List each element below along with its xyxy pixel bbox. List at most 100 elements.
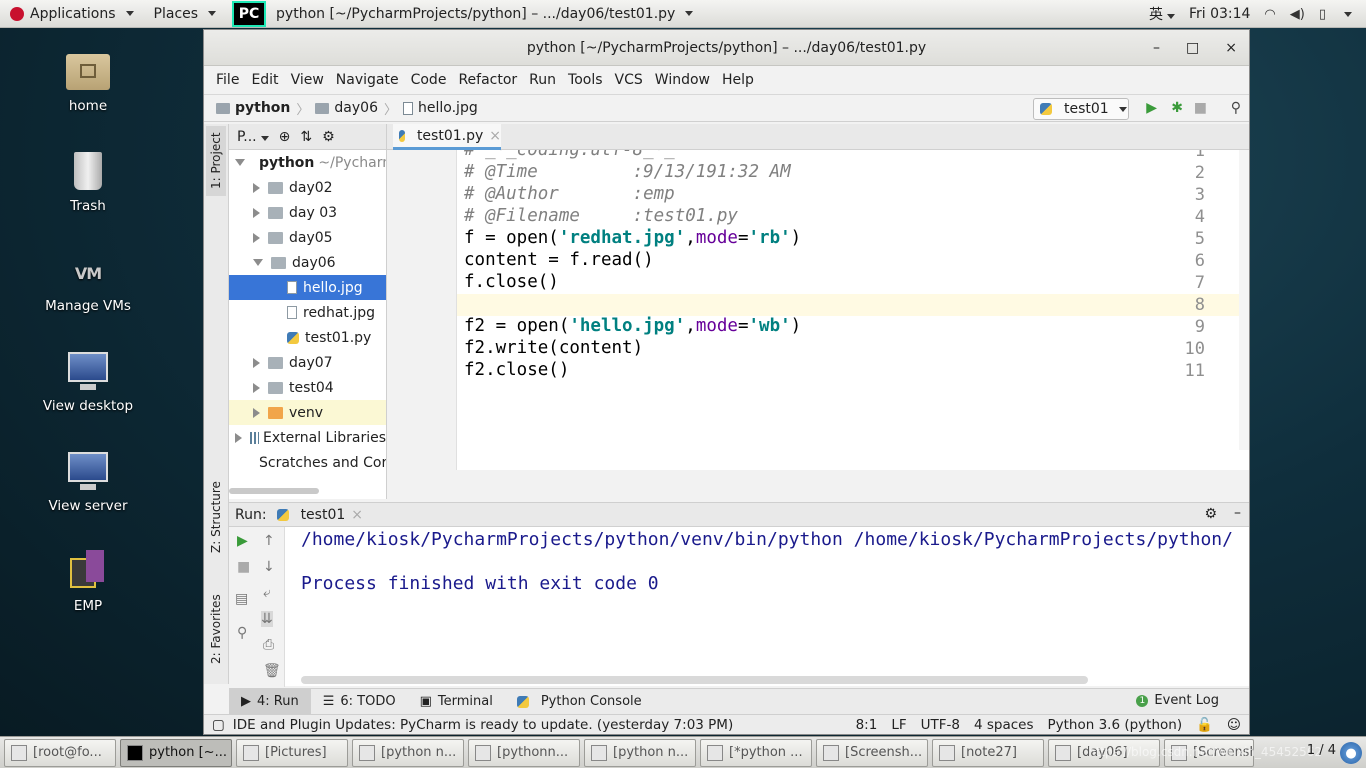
- file-encoding[interactable]: UTF-8: [921, 717, 960, 733]
- run-icon[interactable]: ▶: [1146, 100, 1157, 116]
- expand-arrow-icon[interactable]: [253, 232, 260, 243]
- expand-arrow-icon[interactable]: [235, 432, 242, 443]
- expand-arrow-icon[interactable]: [253, 382, 260, 393]
- desktop-icon-manage-vms[interactable]: VM Manage VMs: [40, 248, 136, 314]
- taskbar-item[interactable]: [python n...: [584, 738, 696, 767]
- tree-item-hello-jpg[interactable]: hello.jpg: [229, 275, 386, 300]
- debug-icon[interactable]: ✱: [1171, 100, 1183, 116]
- event-log-tab[interactable]: 1 Event Log: [1136, 693, 1219, 708]
- tab-test01-py[interactable]: test01.py ×: [393, 124, 501, 150]
- close-tab-icon[interactable]: ×: [351, 507, 363, 523]
- clock[interactable]: Fri 03:14: [1189, 6, 1250, 22]
- menu-file[interactable]: File: [210, 72, 245, 88]
- close-button[interactable]: ×: [1225, 40, 1237, 56]
- menu-code[interactable]: Code: [405, 72, 453, 88]
- tree-item-day05[interactable]: day05: [229, 225, 386, 250]
- tree-item-scratches[interactable]: Scratches and Cor: [229, 450, 386, 475]
- project-tool-tab[interactable]: 1: Project: [206, 126, 226, 196]
- pin-icon[interactable]: ⚲: [237, 625, 247, 641]
- input-method-indicator[interactable]: 英: [1149, 4, 1175, 24]
- interpreter[interactable]: Python 3.6 (python): [1048, 717, 1183, 733]
- taskbar-item[interactable]: [root@fo...: [4, 738, 116, 767]
- menu-window[interactable]: Window: [649, 72, 716, 88]
- hide-panel-icon[interactable]: –: [1234, 505, 1241, 521]
- tool-tab-run[interactable]: ▶ 4: Run: [229, 688, 311, 715]
- project-horizontal-scrollbar[interactable]: [229, 488, 319, 494]
- expand-arrow-icon[interactable]: [235, 159, 245, 166]
- close-tab-icon[interactable]: ×: [489, 128, 501, 144]
- help-icon[interactable]: ●: [1340, 742, 1362, 764]
- collapse-all-icon[interactable]: ⇅: [300, 129, 312, 145]
- taskbar-item[interactable]: [Screensh...: [816, 738, 928, 767]
- places-menu[interactable]: Places: [144, 0, 227, 28]
- indentation[interactable]: 4 spaces: [974, 717, 1034, 733]
- wifi-icon[interactable]: ◠: [1264, 7, 1275, 22]
- taskbar-item[interactable]: [python n...: [352, 738, 464, 767]
- stop-icon[interactable]: ■: [1194, 100, 1207, 116]
- code-editor[interactable]: 1 2 3 4 5 6 7 8 9 10 11 # _*_coding:utf-…: [387, 150, 1249, 470]
- expand-arrow-icon[interactable]: [253, 207, 260, 218]
- toggle-tool-windows-icon[interactable]: ▢: [212, 717, 225, 733]
- tool-tab-python-console[interactable]: Python Console: [505, 689, 654, 715]
- menu-refactor[interactable]: Refactor: [452, 72, 523, 88]
- line-separator[interactable]: LF: [891, 717, 906, 733]
- search-icon[interactable]: ⚲: [1231, 100, 1241, 116]
- status-message[interactable]: IDE and Plugin Updates: PyCharm is ready…: [233, 717, 733, 733]
- desktop-icon-trash[interactable]: Trash: [40, 148, 136, 214]
- tree-item-day06[interactable]: day06: [229, 250, 386, 275]
- lock-icon[interactable]: 🔓: [1196, 717, 1213, 733]
- taskbar-item[interactable]: python [~...: [120, 738, 232, 767]
- tree-root-python[interactable]: python~/Pycharm: [229, 150, 386, 175]
- expand-arrow-icon[interactable]: [253, 407, 260, 418]
- run-tab-test01[interactable]: test01 ×: [276, 507, 363, 523]
- tree-item-venv[interactable]: venv: [229, 400, 386, 425]
- battery-icon[interactable]: ▯: [1319, 7, 1326, 22]
- stop-icon[interactable]: ■: [237, 559, 250, 575]
- menu-tools[interactable]: Tools: [562, 72, 609, 88]
- favorites-tool-tab[interactable]: 2: Favorites: [206, 584, 226, 674]
- desktop-icon-view-server[interactable]: View server: [40, 448, 136, 514]
- run-configuration-select[interactable]: test01: [1033, 98, 1129, 120]
- target-icon[interactable]: ⊕: [279, 129, 291, 145]
- rerun-icon[interactable]: ▶: [237, 533, 248, 549]
- menu-vcs[interactable]: VCS: [609, 72, 649, 88]
- tree-item-redhat-jpg[interactable]: redhat.jpg: [229, 300, 386, 325]
- applications-menu[interactable]: Applications: [0, 0, 144, 28]
- taskbar-item[interactable]: [note27]: [932, 738, 1044, 767]
- menu-view[interactable]: View: [285, 72, 330, 88]
- tree-item-day07[interactable]: day07: [229, 350, 386, 375]
- taskbar-item[interactable]: [pythonn...: [468, 738, 580, 767]
- editor-vertical-scrollbar[interactable]: [1239, 150, 1249, 450]
- inspector-icon[interactable]: ☺: [1227, 717, 1241, 733]
- print-icon[interactable]: ⎙: [263, 637, 274, 653]
- taskbar-item[interactable]: [Pictures]: [236, 738, 348, 767]
- minimize-button[interactable]: –: [1153, 40, 1160, 56]
- breadcrumb-day06[interactable]: day06: [315, 100, 378, 116]
- layout-icon[interactable]: ▤: [235, 591, 248, 607]
- tree-item-day03[interactable]: day 03: [229, 200, 386, 225]
- menu-run[interactable]: Run: [523, 72, 562, 88]
- tree-item-external-libraries[interactable]: External Libraries: [229, 425, 386, 450]
- menu-help[interactable]: Help: [716, 72, 760, 88]
- project-view-select[interactable]: P...: [237, 129, 269, 145]
- desktop-icon-home[interactable]: home: [40, 48, 136, 114]
- gear-icon[interactable]: ⚙: [322, 129, 335, 145]
- expand-arrow-icon[interactable]: [253, 357, 260, 368]
- desktop-icon-emp[interactable]: EMP: [40, 548, 136, 614]
- tool-tab-todo[interactable]: ☰ 6: TODO: [311, 689, 408, 715]
- scroll-to-end-icon[interactable]: ⇊: [261, 611, 273, 627]
- active-window-menu[interactable]: python [~/PycharmProjects/python] – .../…: [266, 0, 703, 28]
- pycharm-icon[interactable]: PC: [232, 0, 267, 27]
- taskbar-item[interactable]: [*python ...: [700, 738, 812, 767]
- workspace-pager[interactable]: 1 / 4: [1307, 743, 1336, 758]
- console-horizontal-scrollbar[interactable]: [301, 676, 1088, 684]
- breadcrumb-python[interactable]: python: [216, 100, 290, 116]
- tool-tab-terminal[interactable]: ▣ Terminal: [408, 689, 505, 715]
- breadcrumb-hello-jpg[interactable]: hello.jpg: [403, 100, 478, 116]
- scroll-up-icon[interactable]: ↑: [263, 533, 275, 549]
- system-menu-chevron-icon[interactable]: [1344, 11, 1352, 17]
- window-titlebar[interactable]: python [~/PycharmProjects/python] – .../…: [204, 30, 1249, 66]
- soft-wrap-icon[interactable]: ⤶: [263, 585, 271, 601]
- structure-tool-tab[interactable]: Z: Structure: [206, 472, 226, 562]
- tree-item-test04[interactable]: test04: [229, 375, 386, 400]
